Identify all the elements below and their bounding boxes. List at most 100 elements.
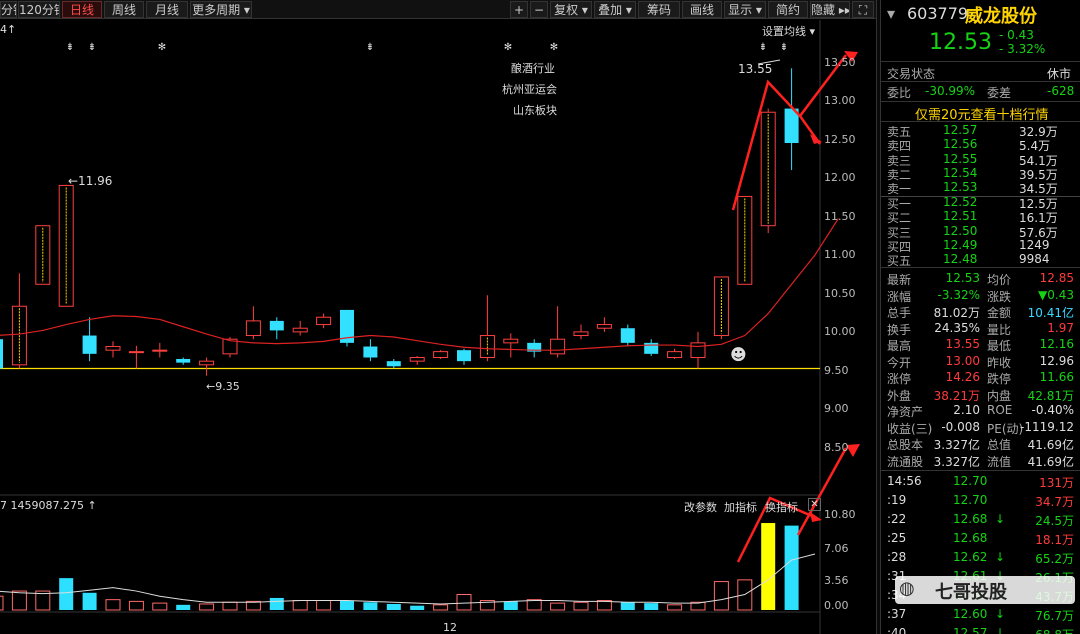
- stat-label: 内盘: [987, 388, 1012, 403]
- stat-label: 昨收: [987, 355, 1012, 370]
- period-toolbar: 分钟120分钟日线周线月线更多周期 ▾ +−复权 ▾叠加 ▾筹码画线显示 ▾简约隐…: [0, 0, 876, 19]
- toolbar-button-11[interactable]: 画线: [682, 1, 722, 18]
- volume-bar: [410, 605, 425, 610]
- toolbar-button-8[interactable]: 复权 ▾: [550, 1, 592, 18]
- event-marker-icon: ✻: [158, 42, 166, 53]
- tick-price: 12.60: [953, 607, 988, 621]
- stat-label: PE(动): [987, 421, 1024, 436]
- tick-price: 12.62: [953, 550, 988, 564]
- toolbar-button-7[interactable]: −: [530, 1, 548, 18]
- toolbar-button-6[interactable]: +: [510, 1, 528, 18]
- toolbar-button-5[interactable]: 更多周期 ▾: [190, 1, 252, 18]
- price-axis-tick: 11.50: [824, 210, 856, 223]
- toolbar-button-3[interactable]: 周线: [104, 1, 144, 18]
- toolbar-button-1[interactable]: 120分钟: [18, 1, 60, 18]
- volume-bar: [0, 595, 4, 611]
- event-marker-icon: ⇟: [88, 42, 96, 53]
- stat-value: 2.10: [953, 403, 980, 417]
- sell-level-price: 12.53: [943, 180, 978, 195]
- candle-body: [105, 346, 121, 351]
- candle-body: [199, 360, 215, 366]
- chevron-down-icon[interactable]: ▾: [887, 4, 895, 23]
- toolbar-button-2[interactable]: 日线: [62, 1, 102, 18]
- trend-arrow: [731, 79, 822, 211]
- candle-body: [667, 351, 683, 358]
- buy-level-price: 12.50: [943, 223, 978, 238]
- volume-bar: [667, 604, 683, 611]
- stock-code: 603779: [907, 4, 969, 23]
- status-value: 休市: [1047, 67, 1072, 81]
- edit-params-button[interactable]: 改参数: [684, 499, 717, 515]
- price-axis-tick: 8.50: [824, 441, 849, 454]
- divider: [881, 470, 1080, 471]
- stat-value: 1.97: [1047, 320, 1074, 335]
- price-change-pct: - 3.32%: [999, 42, 1046, 56]
- divider: [881, 61, 1080, 62]
- stat-label: 涨跌: [987, 289, 1012, 304]
- price-axis-tick: 12.00: [824, 171, 856, 184]
- volume-bar: [550, 602, 566, 611]
- volume-ma-line: [0, 553, 816, 605]
- chart-area[interactable]: 4↑ 设置均线 ▾ ⇟ ⇟ ✻ ⇟ ✻ ✻ ⇟ ⇟ 酿酒行业 杭州亚运会 山东板块 13.55…: [0, 20, 876, 634]
- sector-tag-shandong[interactable]: 山东板块: [513, 102, 557, 118]
- toolbar-button-14[interactable]: 隐藏 ▸▸: [810, 1, 850, 18]
- sector-tag-liquor[interactable]: 酿酒行业: [511, 60, 555, 76]
- event-marker-icon: ✻: [504, 42, 512, 53]
- volume-bar: [152, 602, 168, 611]
- tick-volume: 24.5万: [1035, 514, 1074, 528]
- add-indicator-button[interactable]: 加指标: [724, 499, 757, 515]
- stat-value: 24.35%: [934, 320, 980, 335]
- candle-body: [573, 331, 589, 337]
- price-axis-tick: 10.00: [824, 325, 856, 338]
- volume-bar: [620, 602, 635, 610]
- price-axis-tick: 10.50: [824, 287, 856, 300]
- stat-value: 3.327亿: [933, 454, 980, 469]
- stat-value: -0.008: [941, 419, 980, 434]
- buy-level-volume: 9984: [1019, 252, 1050, 267]
- tick-arrow: ↓: [995, 512, 1006, 526]
- high-price-label: 13.55: [738, 62, 773, 76]
- toolbar-button-15[interactable]: ⛶: [852, 1, 874, 18]
- divider: [881, 121, 1080, 122]
- close-icon[interactable]: ✕: [808, 498, 821, 511]
- price-axis-tick: 9.50: [824, 364, 849, 377]
- peak-price-label: ←11.96: [68, 174, 113, 188]
- volume-axis-tick: 0.00: [824, 599, 849, 612]
- event-marker-icon: ✻: [550, 42, 558, 53]
- smiley-icon[interactable]: ☻: [730, 345, 747, 364]
- candlestick-chart[interactable]: ⇟ ⇟ ✻ ⇟ ✻ ✻ ⇟ ⇟: [0, 20, 876, 634]
- tick-time: :28: [887, 550, 907, 564]
- switch-indicator-button[interactable]: 换指标: [765, 499, 798, 515]
- stat-label: 总值: [987, 438, 1012, 452]
- sell-level-price: 12.55: [943, 151, 978, 166]
- stat-value: 81.02万: [933, 306, 980, 320]
- volume-bar: [644, 603, 659, 610]
- stat-label: 外盘: [887, 388, 912, 403]
- stat-value: 12.16: [1039, 337, 1074, 351]
- stat-label: 今开: [887, 355, 912, 370]
- stat-value: 12.96: [1039, 353, 1074, 368]
- volume-bar: [59, 578, 74, 610]
- tick-volume: 68.8万: [1035, 626, 1074, 634]
- tick-arrow: ↓: [995, 607, 1006, 621]
- volume-bar: [292, 600, 308, 611]
- toolbar-button-9[interactable]: 叠加 ▾: [594, 1, 636, 18]
- candle-body: [433, 351, 449, 358]
- toolbar-button-12[interactable]: 显示 ▾: [724, 1, 766, 18]
- divider: [881, 101, 1080, 102]
- stat-value: 14.26: [945, 370, 980, 384]
- stat-value: 41.69亿: [1027, 438, 1074, 452]
- stat-value: ▼0.43: [1038, 287, 1074, 302]
- tick-time: 14:56: [887, 474, 922, 488]
- toolbar-button-13[interactable]: 简约: [768, 1, 808, 18]
- volume-bar: [128, 600, 144, 611]
- stat-value: -3.32%: [937, 287, 980, 302]
- volume-bar: [573, 601, 589, 611]
- status-label: 交易状态: [887, 67, 936, 81]
- sector-tag-asian-games[interactable]: 杭州亚运会: [502, 81, 557, 97]
- stat-label: 最新: [887, 273, 912, 287]
- price-axis-tick: 13.00: [824, 94, 856, 107]
- toolbar-button-10[interactable]: 筹码: [638, 1, 680, 18]
- toolbar-button-0[interactable]: 分钟: [0, 1, 17, 18]
- toolbar-button-4[interactable]: 月线: [146, 1, 188, 18]
